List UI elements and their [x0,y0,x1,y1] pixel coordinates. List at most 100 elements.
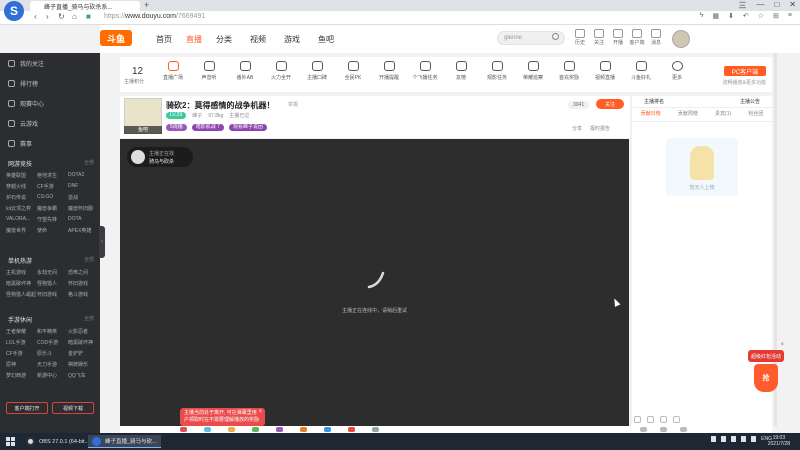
new-tab-icon[interactable]: + [144,0,149,10]
volume-icon[interactable] [751,436,757,442]
extensions-icon[interactable]: ▦ [712,12,719,20]
game-link[interactable]: 怀旧游戏 [68,280,98,287]
game-link[interactable]: 怪物猎人 [37,280,68,287]
game-link[interactable]: CS:GO [37,194,68,201]
url-field[interactable]: https://www.douyu.com/7669491 [104,13,205,20]
game-link[interactable]: COD手游 [37,339,68,346]
feature-fire[interactable]: 火力全开 [266,61,296,81]
sidebar-collapse-handle[interactable]: ‹ [99,226,105,258]
search-icon[interactable] [552,33,559,40]
gift-icon[interactable] [204,427,211,432]
nav-live[interactable]: 直播 [186,34,202,45]
game-link[interactable]: 魔兽怀旧服 [68,205,98,212]
gift-icon[interactable] [276,427,283,432]
anchor-chip[interactable]: 主播正在找 骑马与砍杀 [127,147,193,167]
user-avatar[interactable] [672,30,690,48]
game-link[interactable]: 暗黑破坏神 [6,280,37,287]
video-download-button[interactable]: 视频下载 [52,402,94,414]
feature-task[interactable]: 个飞播任务 [410,61,440,81]
sidebar-item-cloud-game[interactable]: 云游戏 [8,119,38,128]
messages-button[interactable]: 消息 [648,29,664,46]
taskbar-obs[interactable]: OBS 27.0.1 (64-bit... [22,435,93,448]
video-player[interactable]: 主播正在找 骑马与砍杀 主播正在连线中，请稍后重试 [120,139,629,426]
gift-icon[interactable] [252,427,259,432]
section-online-games[interactable]: 网游竞技 [8,159,32,168]
tab-daily-rank[interactable]: 贡献日榜 [641,110,661,121]
game-link[interactable]: 恐怖之间 [68,269,98,276]
game-link[interactable]: DNF [68,183,98,190]
nav-fishbar[interactable]: 鱼吧 [318,34,334,45]
battery-icon[interactable] [731,436,737,442]
gift-icon[interactable] [348,427,355,432]
game-link[interactable]: DOTA2 [68,172,98,179]
download-icon[interactable]: ⬇ [728,12,734,20]
game-link[interactable]: APEX英雄 [68,227,98,234]
undo-icon[interactable]: ↶ [743,12,749,20]
site-logo[interactable]: 斗鱼 [100,30,132,46]
go-live-button[interactable]: 开播 [610,29,626,46]
share-button[interactable]: 分享 [572,125,582,132]
minimize-icon[interactable]: — [756,0,764,11]
feature-square[interactable]: 直播广场 [158,61,188,81]
more-online-link[interactable]: 全部 [84,159,94,166]
section-single-games[interactable]: 单机热游 [8,256,32,265]
nav-games[interactable]: 游戏 [284,34,300,45]
game-link[interactable]: CF手游 [37,183,68,190]
sidebar-item-following[interactable]: 我的关注 [8,59,44,68]
game-link[interactable]: 暗黑破坏神 [68,339,98,346]
game-link[interactable]: 原神 [6,361,37,368]
game-link[interactable]: 金铲铲 [68,350,98,357]
game-link[interactable]: CF手游 [6,350,37,357]
forward-icon[interactable]: › [46,12,49,21]
speaker-icon[interactable] [711,436,717,442]
browser-tab[interactable]: 峰子直播_骑马与砍杀系... [30,1,140,11]
sidebar-item-ranking[interactable]: 排行榜 [8,79,38,88]
game-link[interactable]: 英雄联盟 [6,172,37,179]
game-link[interactable]: 天刀手游 [37,361,68,368]
tab-anchor-notice[interactable]: 主播公告 [740,98,760,105]
game-link[interactable]: 新游中心 [37,372,68,379]
nav-category[interactable]: 分类 [216,34,232,45]
chat-tool-icon[interactable] [660,427,667,432]
feature-audio[interactable]: 声音听 [194,61,224,81]
gift-icon[interactable] [180,427,187,432]
tag-badge[interactable]: 观看峰子说团 [228,124,267,131]
gift-icon[interactable] [324,427,331,432]
windows-start-icon[interactable] [6,437,15,446]
chat-tool-icon[interactable] [680,427,687,432]
home-icon[interactable]: ⌂ [72,12,77,21]
game-link[interactable]: 穿越火线 [6,183,37,190]
nav-video[interactable]: 视频 [250,34,266,45]
client-button[interactable]: 客户端 [629,29,645,46]
game-link[interactable]: 守望先锋 [37,216,68,223]
shield-icon[interactable] [741,436,747,442]
report-time-button[interactable]: 报时报告 [590,125,610,132]
game-link[interactable]: 永劫无间 [37,269,68,276]
follow-list-button[interactable]: 关注 [591,29,607,46]
game-link[interactable]: 魔兽争霸 [37,205,68,212]
emoji-icon[interactable] [634,416,641,423]
feature-more[interactable]: 更多 [662,61,692,81]
section-mobile-games[interactable]: 手游休闲 [8,315,32,324]
close-icon[interactable]: × [780,342,784,348]
history-button[interactable]: 历史 [572,29,588,46]
game-link[interactable]: 和平精英 [37,328,68,335]
game-link[interactable]: 原乐斗 [37,350,68,357]
game-link[interactable]: QQ飞车 [68,372,98,379]
game-link[interactable]: 格斗游戏 [68,291,98,298]
more-mobile-link[interactable]: 全部 [84,315,94,322]
game-link[interactable]: DOTA [68,216,98,223]
taskbar-clock[interactable]: 19:03 2021/7/28 [768,435,790,447]
game-link[interactable]: 绝地求生 [37,172,68,179]
grid-icon[interactable]: ⊞ [773,12,779,20]
nav-home[interactable]: 首页 [156,34,172,45]
back-icon[interactable]: ‹ [34,12,37,21]
feature-reputation[interactable]: 主播口碑 [302,61,332,81]
game-link[interactable]: 怪物猎人崛起 [6,291,37,298]
tag-badge[interactable]: 暗影肌战 7 [191,124,224,131]
tag-badge[interactable]: 5周播 [166,124,187,131]
feature-gifts[interactable]: 斗鱼好礼 [626,61,656,81]
sidebar-item-match-center[interactable]: 观赛中心 [8,99,44,108]
game-link[interactable]: 炉石传说 [6,194,37,201]
pc-client-button[interactable]: PC客户端 [724,66,766,76]
